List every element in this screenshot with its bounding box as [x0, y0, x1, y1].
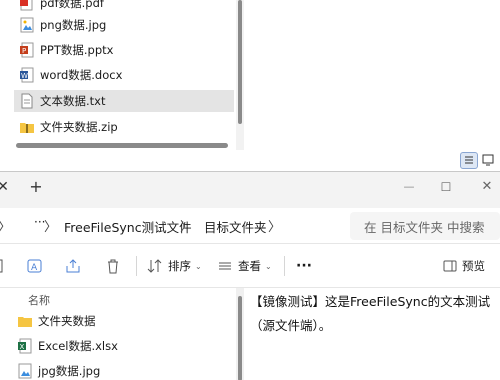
text-file-icon	[20, 93, 34, 109]
details-view-button[interactable]	[460, 152, 478, 169]
rename-button[interactable]: A	[26, 256, 44, 276]
new-tab-button[interactable]: +	[25, 176, 47, 198]
list-item[interactable]: jpg数据.jpg	[14, 360, 234, 380]
maximize-button[interactable]: ☐	[435, 176, 457, 198]
view-label: 查看	[238, 259, 261, 273]
toolbar-divider	[284, 256, 285, 276]
command-bar: A 排序 ⌄ 查看 ⌄ ··· 预览	[0, 244, 500, 288]
list-item[interactable]: pdf数据.pdf	[14, 0, 234, 14]
vertical-scrollbar[interactable]	[236, 0, 244, 150]
svg-text:A: A	[31, 263, 38, 273]
more-options-button[interactable]: ···	[296, 256, 312, 276]
file-name: Excel数据.xlsx	[38, 339, 118, 353]
preview-pane: 【镜像测试】这是FreeFileSync的文本测试 （源文件端）。	[250, 288, 500, 380]
list-item[interactable]: 文件夹数据	[14, 310, 234, 332]
view-icon	[219, 262, 231, 270]
file-name: 文件夹数据	[38, 314, 96, 328]
close-tab-button[interactable]: ✕	[0, 176, 14, 198]
list-item[interactable]: png数据.jpg	[14, 14, 234, 36]
ppt-file-icon: P	[20, 42, 34, 58]
background-explorer-window: pdf数据.pdf png数据.jpg P PPT数据.pptx W word数…	[0, 0, 500, 172]
trash-icon	[108, 259, 118, 274]
sort-icon	[147, 259, 162, 273]
address-bar: 〉 ··· 〉 FreeFileSync测试文件 〉 目标文件夹 〉 在 目标文…	[0, 208, 500, 244]
search-input[interactable]: 在 目标文件夹 中搜索	[350, 212, 500, 240]
search-placeholder: 在 目标文件夹 中搜索	[364, 220, 485, 235]
chevron-right-icon: 〉	[180, 220, 194, 235]
svg-text:X: X	[20, 343, 25, 351]
file-name: jpg数据.jpg	[38, 364, 101, 378]
share-icon	[66, 259, 80, 273]
file-name: png数据.jpg	[40, 18, 107, 32]
chevron-down-icon: ⌄	[195, 261, 202, 271]
preview-pane-icon	[443, 260, 457, 272]
cut-icon[interactable]	[0, 256, 6, 276]
file-name: 文本数据.txt	[40, 94, 106, 108]
list-item[interactable]: 文件夹数据.zip	[14, 116, 234, 138]
folder-icon	[18, 313, 32, 329]
sort-button[interactable]: 排序 ⌄	[146, 256, 202, 276]
preview-text-line: 【镜像测试】这是FreeFileSync的文本测试	[250, 294, 491, 309]
breadcrumb-item[interactable]: 目标文件夹	[204, 217, 267, 236]
close-window-button[interactable]: ✕	[476, 176, 498, 198]
chevron-right-icon[interactable]: 〉	[0, 216, 11, 235]
share-button[interactable]	[64, 256, 82, 276]
excel-file-icon: X	[18, 338, 32, 354]
breadcrumb-item[interactable]: FreeFileSync测试文件	[64, 217, 192, 236]
screen: pdf数据.pdf png数据.jpg P PPT数据.pptx W word数…	[0, 0, 500, 380]
file-name: PPT数据.pptx	[40, 43, 114, 57]
image-file-icon	[20, 17, 34, 33]
preview-label: 预览	[462, 259, 485, 273]
chevron-down-icon: ⌄	[265, 261, 272, 271]
column-header-name[interactable]: 名称	[28, 292, 50, 308]
preview-text-line: （源文件端）。	[250, 318, 332, 333]
toolbar-divider	[136, 256, 137, 276]
content-area: 名称 文件夹数据 X Excel数据.xlsx jpg数据.jpg 【镜像测试】…	[0, 288, 500, 380]
horizontal-scrollbar[interactable]	[16, 143, 228, 148]
zip-folder-icon	[20, 119, 34, 135]
word-file-icon: W	[20, 67, 34, 83]
preview-pane-button[interactable]: 预览	[442, 256, 485, 276]
scrollbar-thumb[interactable]	[238, 0, 242, 124]
list-item[interactable]: P PPT数据.pptx	[14, 39, 234, 61]
minimize-button[interactable]: —	[398, 176, 420, 198]
file-explorer-window: ✕ + — ☐ ✕ 〉 ··· 〉 FreeFileSync测试文件 〉 目标文…	[0, 171, 500, 380]
image-file-icon	[18, 363, 32, 379]
pdf-icon	[20, 0, 34, 11]
list-item-selected[interactable]: 文本数据.txt	[14, 90, 234, 112]
sort-label: 排序	[168, 259, 191, 273]
delete-button[interactable]	[104, 256, 122, 276]
chevron-right-icon[interactable]: 〉	[268, 216, 281, 235]
scrollbar-thumb[interactable]	[238, 296, 242, 380]
list-item[interactable]: W word数据.docx	[14, 64, 234, 86]
svg-text:P: P	[22, 47, 26, 55]
rename-icon: A	[27, 259, 42, 273]
title-bar: ✕ + — ☐ ✕	[0, 172, 500, 208]
preview-view-button[interactable]	[480, 152, 498, 169]
vertical-scrollbar[interactable]	[236, 288, 244, 380]
view-button[interactable]: 查看 ⌄	[216, 256, 272, 276]
file-name: pdf数据.pdf	[40, 0, 104, 10]
view-toggle	[460, 152, 500, 170]
file-name: 文件夹数据.zip	[40, 120, 118, 134]
file-name: word数据.docx	[40, 68, 123, 82]
svg-text:W: W	[21, 72, 28, 80]
chevron-right-icon: 〉	[44, 220, 58, 235]
list-item[interactable]: X Excel数据.xlsx	[14, 335, 234, 357]
